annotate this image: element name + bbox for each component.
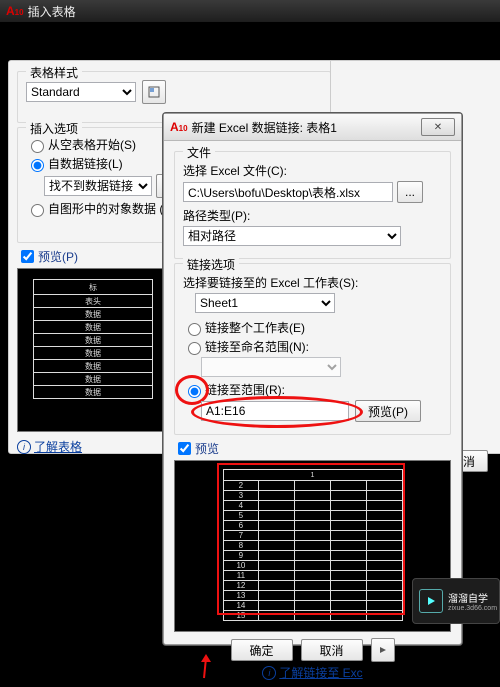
promo-badge[interactable]: 溜溜自学 zixue.3d66.com	[412, 578, 500, 624]
dialog-cancel-button[interactable]: 取消	[301, 639, 363, 661]
preview-checkbox[interactable]	[21, 250, 34, 263]
app-badge-icon: A10	[6, 4, 24, 18]
table-row: 数据	[34, 334, 153, 347]
radio-named-label: 链接至命名范围(N):	[205, 338, 309, 355]
table-row: 数据	[34, 386, 153, 399]
file-path-input[interactable]	[183, 182, 393, 202]
table-row: 数据	[34, 321, 153, 334]
table-row: 数据	[34, 360, 153, 373]
style-select[interactable]: Standard	[26, 82, 136, 102]
dialog-title: 新建 Excel 数据链接: 表格1	[192, 119, 337, 136]
choose-file-label: 选择 Excel 文件(C):	[183, 162, 442, 179]
radio-link[interactable]	[31, 159, 44, 172]
radio-blank-label: 从空表格开始(S)	[48, 136, 136, 153]
sheet-select[interactable]: Sheet1	[195, 293, 335, 313]
preview-table: 标 表头 数据 数据 数据 数据 数据 数据 数据	[33, 279, 153, 399]
radio-range-label: 链接至范围(R):	[205, 381, 285, 398]
promo-url: zixue.3d66.com	[448, 605, 497, 612]
group-caption-linkopt: 链接选项	[183, 256, 239, 273]
group-caption-style: 表格样式	[26, 64, 82, 81]
info-icon: i	[262, 666, 276, 680]
dialog-preview-table: 1 2 3 4 5 6 7 8 9 10 11 12 13 14 15	[223, 469, 403, 621]
window-title: 插入表格	[28, 3, 76, 20]
radio-blank[interactable]	[31, 140, 44, 153]
datalink-select[interactable]: 找不到数据链接	[44, 176, 152, 196]
expand-icon[interactable]	[371, 638, 395, 662]
new-link-dialog: A10 新建 Excel 数据链接: 表格1 ✕ 文件 选择 Excel 文件(…	[163, 113, 462, 645]
group-caption-file: 文件	[183, 144, 215, 161]
dialog-preview-toggle[interactable]: 预览	[174, 439, 451, 458]
path-type-select[interactable]: 相对路径	[183, 226, 401, 246]
radio-cell-range[interactable]	[188, 385, 201, 398]
play-icon	[419, 589, 443, 613]
info-icon: i	[17, 440, 31, 454]
close-icon[interactable]: ✕	[421, 118, 455, 136]
learn-table-link[interactable]: 了解表格	[34, 438, 82, 455]
range-input[interactable]	[201, 401, 349, 421]
dialog-preview-label: 预览	[195, 440, 219, 457]
radio-whole-label: 链接整个工作表(E)	[205, 319, 305, 336]
style-launch-icon[interactable]	[142, 80, 166, 104]
preview-pane: 标 表头 数据 数据 数据 数据 数据 数据 数据	[17, 268, 169, 432]
sheet-label: 选择要链接至的 Excel 工作表(S):	[183, 274, 442, 291]
preview-button[interactable]: 预览(P)	[355, 400, 421, 422]
promo-name: 溜溜自学	[448, 590, 497, 605]
dialog-preview-checkbox[interactable]	[178, 442, 191, 455]
preview-header-cell: 标	[34, 280, 153, 295]
table-row: 数据	[34, 347, 153, 360]
radio-whole-sheet[interactable]	[188, 323, 201, 336]
radio-link-label: 自数据链接(L)	[48, 155, 123, 172]
dialog-titlebar: A10 新建 Excel 数据链接: 表格1 ✕	[164, 114, 461, 141]
learn-link-excel[interactable]: 了解链接至 Exc	[279, 664, 362, 681]
browse-button[interactable]: ...	[397, 181, 423, 203]
method-caption: 插入方式	[333, 43, 381, 60]
group-file: 文件 选择 Excel 文件(C): ... 路径类型(P): 相对路径	[174, 151, 451, 259]
named-range-select	[201, 357, 341, 377]
radio-object[interactable]	[31, 204, 44, 217]
table-row: 表头	[34, 295, 153, 308]
ok-button[interactable]: 确定	[231, 639, 293, 661]
path-type-label: 路径类型(P):	[183, 207, 442, 224]
opt-named-row[interactable]: 链接至命名范围(N):	[183, 338, 442, 355]
parent-titlebar: A10 插入表格	[0, 0, 500, 22]
group-link-options: 链接选项 选择要链接至的 Excel 工作表(S): Sheet1 链接整个工作…	[174, 263, 451, 435]
table-row: 数据	[34, 308, 153, 321]
group-caption-insert: 插入选项	[26, 120, 82, 137]
dialog-badge-icon: A10	[170, 120, 188, 134]
preview-checkbox-label: 预览(P)	[38, 248, 78, 265]
opt-range-row[interactable]: 链接至范围(R):	[183, 381, 442, 398]
opt-whole-row[interactable]: 链接整个工作表(E)	[183, 319, 442, 336]
table-row: 1	[223, 470, 402, 481]
table-row: 数据	[34, 373, 153, 386]
radio-named-range[interactable]	[188, 342, 201, 355]
dialog-preview-pane: 1 2 3 4 5 6 7 8 9 10 11 12 13 14 15	[174, 460, 451, 632]
